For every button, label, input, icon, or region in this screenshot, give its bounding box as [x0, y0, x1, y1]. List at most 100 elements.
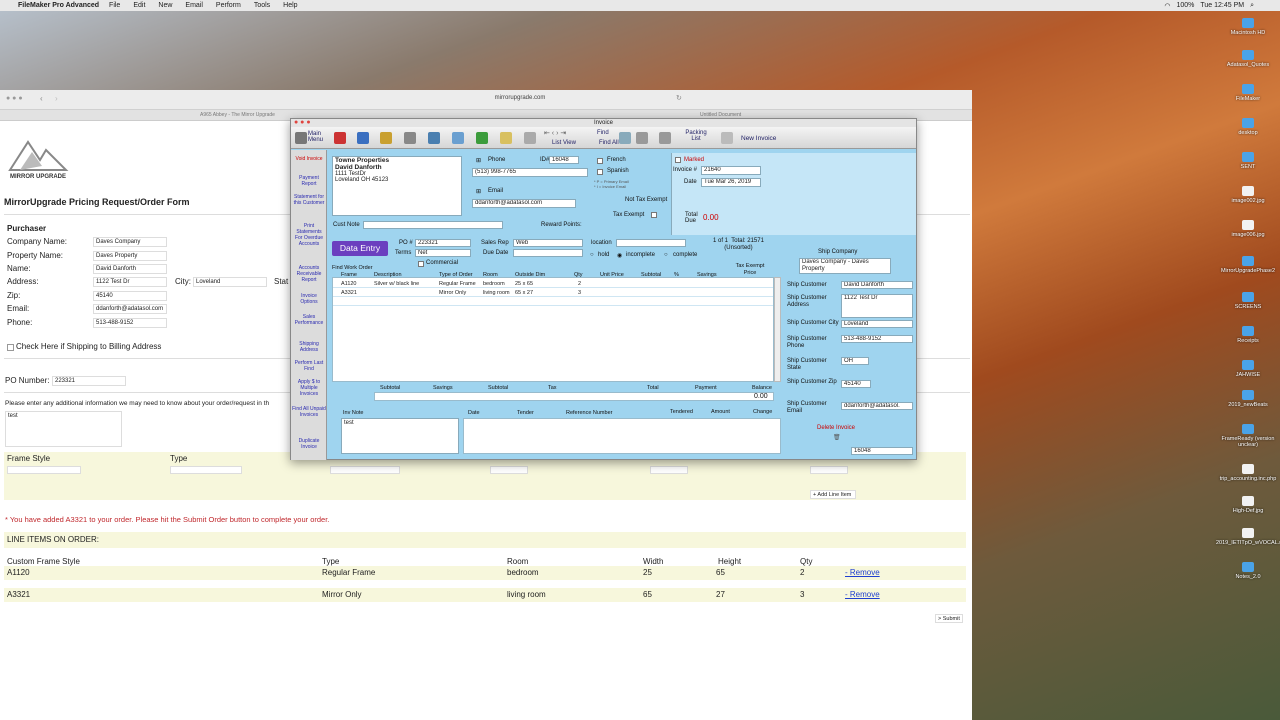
perform-last-find-button[interactable]: Perform Last Find	[292, 360, 326, 372]
shipping-checkbox[interactable]	[7, 344, 14, 351]
record-nav-icons[interactable]: ⇤ ‹ › ⇥	[544, 129, 566, 137]
people-icon[interactable]	[428, 132, 440, 144]
line2-qty[interactable]: 3	[578, 290, 581, 296]
line2-frame[interactable]: A3321	[341, 290, 357, 296]
ship-state-field[interactable]: OH	[841, 357, 869, 365]
due-date-field[interactable]	[513, 249, 583, 257]
ship-zip-field[interactable]: 45140	[841, 380, 871, 388]
list-view-button[interactable]: List View	[552, 140, 576, 146]
app-menu[interactable]: FileMaker Pro Advanced	[18, 2, 99, 9]
desktop-item[interactable]: High-Def.jpg	[1216, 496, 1280, 514]
commercial-checkbox[interactable]	[418, 261, 424, 267]
desktop-item[interactable]: JAHWISE	[1216, 360, 1280, 378]
tools-icon[interactable]	[404, 132, 416, 144]
wifi-icon[interactable]: ◠	[1164, 2, 1170, 10]
box-icon[interactable]	[659, 132, 671, 144]
terms-field[interactable]: Net	[415, 249, 471, 257]
ship-customer-field[interactable]: David Danforth	[841, 281, 913, 289]
spanish-checkbox[interactable]	[597, 169, 603, 175]
room-input[interactable]	[330, 466, 400, 474]
desktop-item[interactable]: desktop	[1216, 118, 1280, 136]
line1-qty[interactable]: 2	[578, 281, 581, 287]
phone-input[interactable]: 513-488-9152	[93, 318, 167, 328]
desktop-item[interactable]: MirrorUpgradePhase2	[1216, 256, 1280, 274]
line1-dim[interactable]: 25 x 65	[515, 281, 533, 287]
desktop-item[interactable]: image006.jpg	[1216, 220, 1280, 238]
zip-input[interactable]: 45140	[93, 291, 167, 301]
menu-tools[interactable]: Tools	[254, 2, 270, 9]
phone-field[interactable]: (513) 998-7765	[472, 168, 588, 177]
line1-type[interactable]: Regular Frame	[439, 281, 476, 287]
ship-company-field[interactable]: Daves Company - Daves Property	[799, 258, 891, 274]
find-button[interactable]: Find	[597, 130, 609, 136]
sales-performance-button[interactable]: Sales Performance	[292, 314, 326, 326]
line1-frame[interactable]: A1120	[341, 281, 357, 287]
battery-level[interactable]: 100%	[1176, 2, 1194, 9]
menu-edit[interactable]: Edit	[133, 2, 145, 9]
statement-button[interactable]: Statement for this Customer	[292, 194, 326, 206]
ship-address-field[interactable]: 1122 Test Dr	[841, 294, 913, 318]
row1-remove-link[interactable]: - Remove	[845, 568, 880, 577]
frame-style-input[interactable]	[7, 466, 81, 474]
line-items-scrollbar[interactable]	[774, 277, 781, 382]
line2-room[interactable]: living room	[483, 290, 510, 296]
invoice-field[interactable]: 21640	[701, 166, 761, 175]
ship-city-field[interactable]: Loveland	[841, 320, 913, 328]
address-input[interactable]: 1122 Test Dr	[93, 277, 167, 287]
desktop-item[interactable]: FileMaker	[1216, 84, 1280, 102]
marked-checkbox[interactable]	[675, 157, 681, 163]
inv-note-field[interactable]: test	[341, 418, 459, 454]
complete-radio[interactable]: ○	[664, 252, 668, 258]
line1-room[interactable]: bedroom	[483, 281, 505, 287]
line2-type[interactable]: Mirror Only	[439, 290, 466, 296]
city-input[interactable]: Loveland	[193, 277, 267, 287]
trash-icon[interactable]: 🗑	[833, 434, 841, 441]
magnifier-icon[interactable]	[619, 132, 631, 144]
type-select[interactable]	[170, 466, 242, 474]
email-input[interactable]: ddanforth@adatasol.com	[93, 304, 167, 314]
address-bar[interactable]: mirrorupgrade.com	[440, 95, 600, 101]
document-icon[interactable]	[500, 132, 512, 144]
name-input[interactable]: David Danforth	[93, 264, 167, 274]
po-field[interactable]: 223321	[415, 239, 471, 247]
main-menu-button[interactable]: Main Menu	[308, 131, 328, 143]
find-work-order-label[interactable]: Find Work Order	[332, 265, 373, 271]
ar-report-button[interactable]: Accounts Receivable Report	[292, 265, 326, 283]
row2-remove-link[interactable]: - Remove	[845, 590, 880, 599]
po-input[interactable]: 223321	[52, 376, 126, 386]
report-icon[interactable]	[357, 132, 369, 144]
bottom-id-field[interactable]: 16048	[851, 447, 913, 455]
line2-dim[interactable]: 65 x 27	[515, 290, 533, 296]
home-icon[interactable]	[295, 132, 307, 144]
find-all-button[interactable]: Find All	[599, 140, 619, 146]
desktop-item[interactable]: image002.jpg	[1216, 186, 1280, 204]
tab-mirror-upgrade[interactable]: A965 Abbey - The Mirror Upgrade	[200, 112, 275, 118]
envelope-icon[interactable]	[721, 132, 733, 144]
property-input[interactable]: Daves Property	[93, 251, 167, 261]
excel-icon[interactable]	[476, 132, 488, 144]
bill-to-box[interactable]: Towne Properties David Danforth 1111 Tes…	[332, 156, 462, 216]
duplicate-invoice-button[interactable]: Duplicate Invoice	[292, 438, 326, 450]
desktop-item[interactable]: trip_accounting.inc.php	[1216, 464, 1280, 482]
menu-email[interactable]: Email	[185, 2, 203, 9]
settings-icon[interactable]	[524, 132, 536, 144]
forward-icon[interactable]: ›	[55, 94, 58, 103]
invoice-options-button[interactable]: Invoice Options	[292, 293, 326, 305]
date-field[interactable]: Tue Mar 26, 2019	[701, 178, 761, 187]
new-invoice-button[interactable]: New Invoice	[741, 135, 776, 142]
desktop-item[interactable]: SCREENS	[1216, 292, 1280, 310]
totals-fields[interactable]	[374, 392, 774, 401]
qty-input[interactable]	[810, 466, 848, 474]
menu-new[interactable]: New	[158, 2, 172, 9]
add-line-item-button[interactable]: + Add Line Item	[810, 490, 856, 499]
desktop-item[interactable]: Receipts	[1216, 326, 1280, 344]
desktop-item[interactable]: SENT	[1216, 152, 1280, 170]
tax-exempt-checkbox[interactable]	[651, 212, 657, 218]
list-icon[interactable]	[452, 132, 464, 144]
printer-icon[interactable]	[636, 132, 648, 144]
french-checkbox[interactable]	[597, 158, 603, 164]
payments-portal[interactable]	[463, 418, 781, 454]
menu-help[interactable]: Help	[283, 2, 297, 9]
desktop-item[interactable]: Adatasol_Quotes	[1216, 50, 1280, 68]
desktop-item[interactable]: Macintosh HD	[1216, 18, 1280, 36]
